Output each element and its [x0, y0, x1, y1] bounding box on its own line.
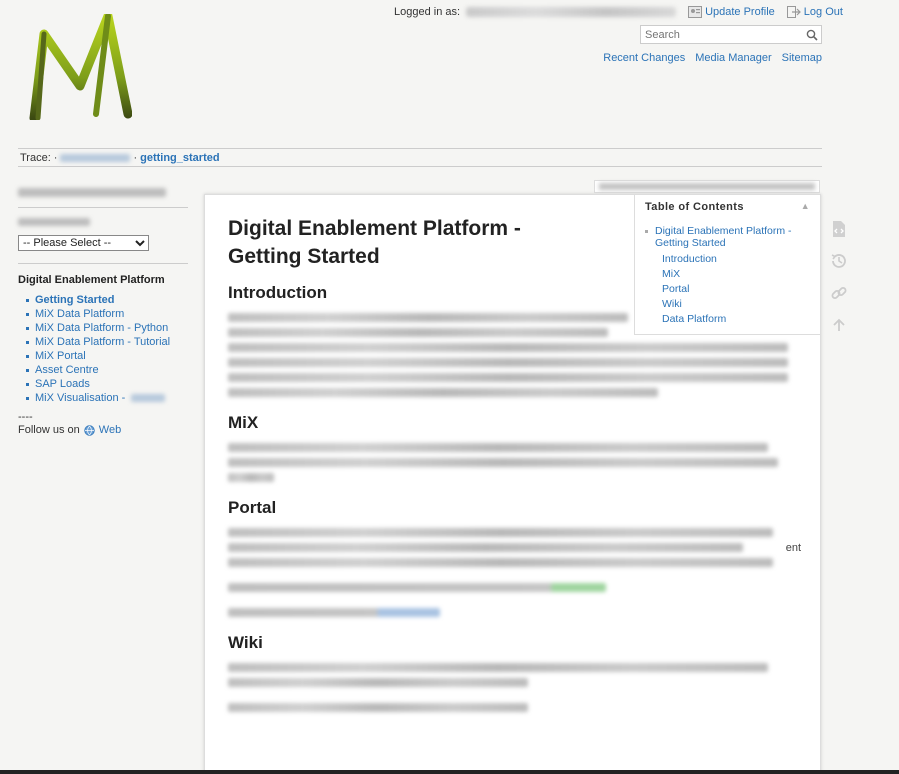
sidebar-item-mix-visualisation: MiX Visualisation - — [26, 391, 188, 405]
show-source-icon[interactable] — [829, 220, 849, 238]
section-heading-portal: Portal — [228, 498, 277, 517]
paragraph-redacted — [228, 663, 796, 687]
toc-item: Data Platform — [655, 313, 810, 328]
paragraph-redacted — [228, 443, 796, 482]
revisions-icon[interactable] — [829, 252, 849, 270]
sidebar-item-mix-data-platform-tutorial: MiX Data Platform - Tutorial — [26, 335, 188, 349]
username-redacted — [466, 7, 677, 17]
sidebar-item-mix-data-platform: MiX Data Platform — [26, 307, 188, 321]
log-out-label: Log Out — [803, 6, 843, 18]
trace-current-link[interactable]: getting_started — [140, 152, 219, 164]
mix-logo — [29, 14, 132, 120]
paragraph-redacted — [228, 608, 796, 617]
breadcrumb: Trace: · · getting_started — [18, 148, 822, 167]
logged-in-label: Logged in as: — [394, 6, 461, 18]
section-heading-mix: MiX — [228, 413, 259, 432]
page-id — [594, 180, 820, 193]
sitemap-link[interactable]: Sitemap — [782, 52, 822, 64]
paragraph-redacted: ent — [228, 528, 801, 567]
language-label-redacted — [18, 218, 90, 226]
site-tools: Recent Changes Media Manager Sitemap — [603, 52, 822, 64]
log-out-link[interactable]: Log Out — [786, 6, 843, 18]
toc-link-mix[interactable]: MiX — [662, 268, 680, 283]
update-profile-link[interactable]: Update Profile — [688, 6, 775, 18]
search-icon[interactable] — [803, 26, 821, 43]
toc-link-data-platform[interactable]: Data Platform — [662, 313, 726, 328]
globe-icon — [84, 424, 95, 436]
divider — [18, 263, 188, 264]
sidebar-item-sap-loads: SAP Loads — [26, 377, 188, 391]
sidebar-item-getting-started: Getting Started — [26, 293, 188, 307]
sidebar-link[interactable]: MiX Visualisation - — [35, 392, 125, 404]
redacted-text — [131, 394, 166, 402]
toc-link-portal[interactable]: Portal — [662, 283, 689, 298]
sidebar-link[interactable]: Asset Centre — [35, 364, 99, 376]
sidebar-link[interactable]: MiX Data Platform - Tutorial — [35, 336, 170, 348]
sidebar-link[interactable]: MiX Data Platform - Python — [35, 322, 168, 334]
toc-item: Portal — [655, 283, 810, 298]
page-id-redacted — [599, 183, 815, 190]
sidebar-link[interactable]: MiX Portal — [35, 350, 86, 362]
recent-changes-link[interactable]: Recent Changes — [603, 52, 685, 64]
window-bottom-edge — [0, 770, 899, 774]
paragraph-redacted — [228, 583, 796, 592]
sidebar-item-asset-centre: Asset Centre — [26, 363, 188, 377]
back-to-top-icon[interactable] — [829, 316, 849, 334]
toc-header[interactable]: Table of Contents ▲ — [645, 201, 810, 213]
page-title: Digital Enablement Platform - Getting St… — [228, 217, 521, 268]
sidebar-heading: Digital Enablement Platform — [18, 274, 165, 286]
user-bar: Logged in as: Update Profile Log Out — [394, 6, 843, 18]
sidebar-link[interactable]: MiX Data Platform — [35, 308, 124, 320]
search-input[interactable] — [641, 26, 803, 43]
toc-link-introduction[interactable]: Introduction — [662, 253, 717, 268]
toc-title: Table of Contents — [645, 201, 744, 213]
visible-text-fragment: ent — [785, 542, 801, 554]
backlinks-icon[interactable] — [829, 284, 849, 302]
sidebar-nav: Getting Started MiX Data Platform MiX Da… — [18, 293, 188, 405]
toc-item: MiX — [655, 268, 810, 283]
follow-label: Follow us on — [18, 424, 80, 436]
sidebar-title-redacted — [18, 188, 166, 197]
table-of-contents: Table of Contents ▲ Digital Enablement P… — [634, 195, 820, 335]
language-select[interactable]: -- Please Select -- — [18, 235, 149, 251]
sidebar-item-mix-portal: MiX Portal — [26, 349, 188, 363]
search-box — [640, 25, 822, 44]
toc-toggle-icon[interactable]: ▲ — [801, 201, 810, 213]
toc-item: Wiki — [655, 298, 810, 313]
toc-item: Digital Enablement Platform - Getting St… — [645, 225, 810, 249]
media-manager-link[interactable]: Media Manager — [695, 52, 771, 64]
separator-text: ---- — [18, 411, 33, 423]
web-link[interactable]: Web — [99, 424, 121, 436]
page-content: Table of Contents ▲ Digital Enablement P… — [204, 194, 821, 774]
follow-section: ---- Follow us on Web — [18, 411, 188, 436]
logout-icon — [786, 6, 801, 18]
page-tools — [829, 220, 849, 334]
update-profile-label: Update Profile — [705, 6, 775, 18]
trace-label: Trace: — [20, 151, 51, 164]
trace-link-redacted[interactable] — [60, 153, 131, 162]
sidebar: -- Please Select -- Digital Enablement P… — [18, 188, 188, 436]
section-heading-wiki: Wiki — [228, 633, 263, 652]
toc-link-wiki[interactable]: Wiki — [662, 298, 682, 313]
toc-link-top[interactable]: Digital Enablement Platform - Getting St… — [655, 225, 810, 249]
sidebar-link[interactable]: Getting Started — [35, 294, 114, 306]
sidebar-link[interactable]: SAP Loads — [35, 378, 90, 390]
sidebar-item-mix-data-platform-python: MiX Data Platform - Python — [26, 321, 188, 335]
toc-item: Introduction — [655, 253, 810, 268]
divider — [18, 207, 188, 208]
paragraph-redacted — [228, 703, 796, 712]
profile-icon — [688, 6, 703, 18]
